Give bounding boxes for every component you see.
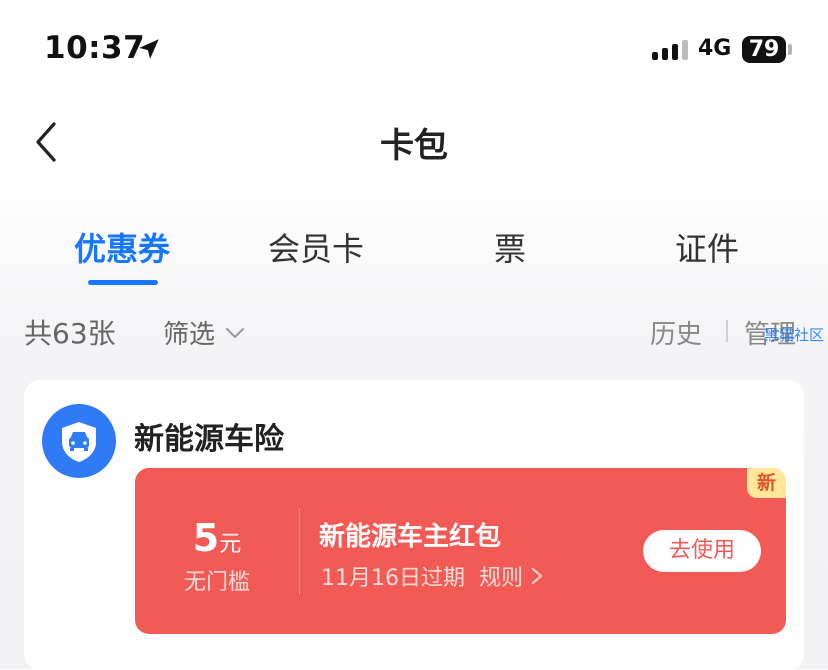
use-coupon-button[interactable]: 去使用 <box>643 530 761 572</box>
filter-button[interactable]: 筛选 <box>163 314 245 351</box>
tab-coupons[interactable]: 优惠券 <box>22 224 222 270</box>
coupon-ticket[interactable]: 5元 无门槛 新能源车主红包 11月16日过期 规则 去使用 新 <box>135 468 786 634</box>
chevron-down-icon <box>226 327 245 338</box>
coupon-rules-label: 规则 <box>479 566 524 591</box>
cellular-signal-icon <box>652 38 688 60</box>
coupon-amount-value: 5 <box>192 516 220 560</box>
battery-icon: 79 <box>742 36 786 63</box>
history-link[interactable]: 历史 <box>650 314 702 351</box>
brand-name: 新能源车险 <box>134 422 284 457</box>
page-title: 卡包 <box>380 126 448 166</box>
battery-tip <box>788 44 792 55</box>
tab-tickets[interactable]: 票 <box>410 224 610 270</box>
coupon-amount-unit: 元 <box>219 532 242 557</box>
coupon-title: 新能源车主红包 <box>319 522 502 552</box>
divider <box>726 320 728 342</box>
battery-level: 79 <box>748 37 780 62</box>
coupon-meta: 11月16日过期 规则 <box>321 560 543 592</box>
coupon-expiry: 11月16日过期 <box>321 566 465 591</box>
filter-bar: 共63张 筛选 历史 管理 黑猫社区 <box>0 306 828 356</box>
status-bar: 10:37 4G 79 <box>0 0 828 100</box>
coupon-threshold: 无门槛 <box>183 570 250 595</box>
tab-membership-cards[interactable]: 会员卡 <box>216 224 416 270</box>
coupon-group-card: 新能源车险 5元 无门槛 新能源车主红包 11月16日过期 规则 去使用 新 <box>24 380 804 670</box>
watermark: 黑猫社区 <box>764 326 825 344</box>
coupon-count: 共63张 <box>24 317 116 350</box>
new-badge: 新 <box>747 468 786 498</box>
active-tab-indicator <box>88 280 158 285</box>
status-time: 10:37 <box>44 30 146 66</box>
coupon-amount: 5元 <box>171 516 263 560</box>
network-type: 4G <box>698 36 732 61</box>
tab-bar: 优惠券 会员卡 票 证件 <box>0 218 828 288</box>
nav-bar: 卡包 <box>0 100 828 184</box>
tab-certificates[interactable]: 证件 <box>607 224 807 270</box>
coupon-divider <box>299 508 300 594</box>
filter-label: 筛选 <box>163 320 216 350</box>
location-arrow-icon <box>139 39 159 59</box>
coupon-rules-link[interactable]: 规则 <box>479 560 543 592</box>
chevron-right-icon <box>532 568 543 584</box>
car-insurance-icon <box>42 404 116 478</box>
